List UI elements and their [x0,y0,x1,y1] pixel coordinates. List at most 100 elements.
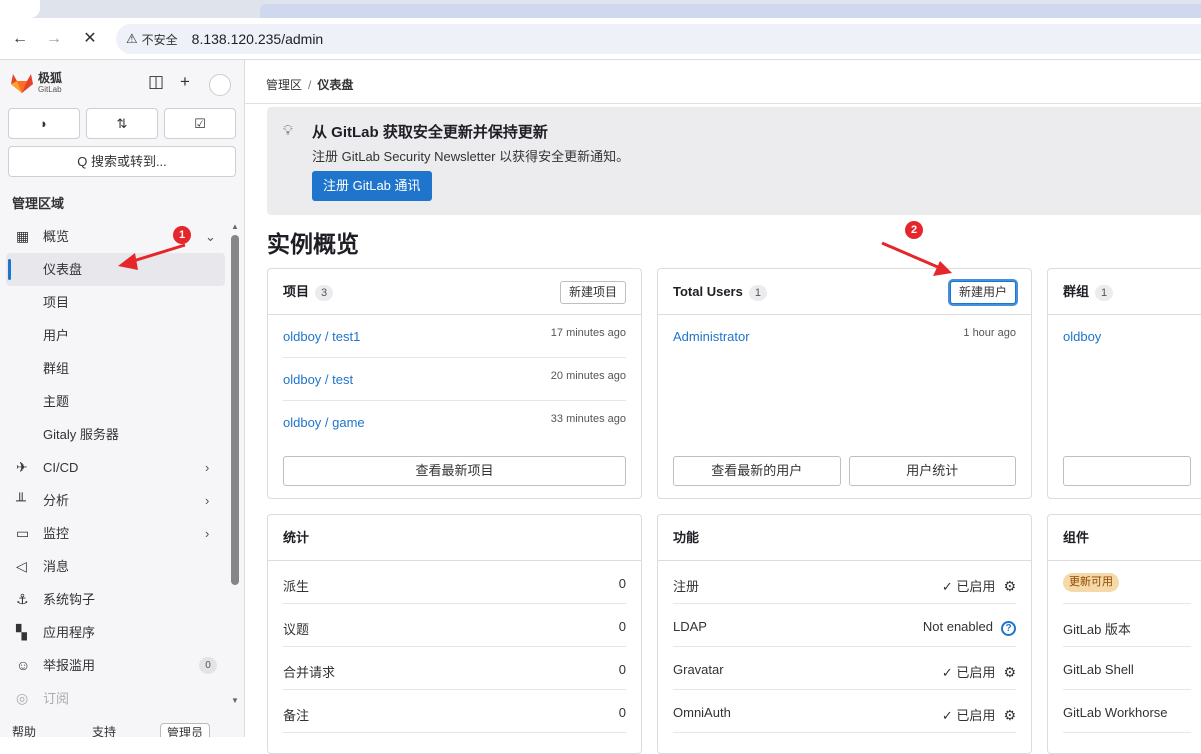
project-link[interactable]: oldboy / test [283,372,353,387]
sidebar-item-topics[interactable]: 主题 [0,385,230,418]
subscription-icon: ◎ [16,690,29,706]
feature-status: Not enabled [922,619,993,634]
issues-icon: ◗ [40,116,48,131]
component-row: GitLab 版本 [1063,604,1191,647]
plus-icon[interactable]: + [180,72,190,92]
sidebar-item-subscription[interactable]: ◎ 订阅 [0,682,230,715]
sidebar-item-label: 仪表盘 [43,262,83,277]
stat-value: 0 [618,576,626,591]
group-link[interactable]: oldboy [1063,329,1101,344]
merge-requests-button[interactable]: ⇅ [86,108,158,139]
sidebar-item-groups[interactable]: 群组 [0,352,230,385]
view-latest-groups-button[interactable] [1063,456,1191,486]
search-button[interactable]: Q 搜索或转到... [8,146,236,177]
admin-button[interactable]: 管理员 [160,723,211,737]
new-user-button[interactable]: 新建用户 [949,281,1016,304]
sidebar-item-monitoring[interactable]: ▭ 监控 › [0,517,230,550]
new-project-button[interactable]: 新建项目 [559,281,626,304]
avatar[interactable] [209,74,231,96]
brand-name: 极狐 [38,71,63,85]
groups-card: 群组 1 oldboy [1047,268,1201,499]
sidebar-item-label: 群组 [43,361,70,376]
sidebar-item-overview[interactable]: ▦ 概览 ⌄ [0,220,230,253]
todos-button[interactable]: ☑ [164,108,236,139]
todo-icon: ☑ [194,116,206,131]
address-bar[interactable]: ⚠ 不安全 8.138.120.235/admin [116,24,1201,54]
banner-description: 注册 GitLab Security Newsletter 以获得安全更新通知。 [312,149,630,164]
gear-icon[interactable]: ⚙ [1003,707,1016,723]
close-icon[interactable]: ✕ [78,27,102,51]
annotation-marker-2: 2 [905,221,923,239]
update-available-badge[interactable]: 更新可用 [1063,573,1119,592]
card-footer: 查看最新的用户 用户统计 [673,456,1016,486]
back-icon[interactable]: ← [8,27,32,51]
view-latest-users-button[interactable]: 查看最新的用户 [673,456,841,486]
count-badge: 0 [199,657,217,674]
tab-strip [0,0,1201,18]
breadcrumb: 管理区 / 仪表盘 [266,76,353,93]
user-statistics-button[interactable]: 用户统计 [848,456,1016,486]
url-text[interactable]: 8.138.120.235/admin [192,31,324,47]
sidebar-item-system-hooks[interactable]: ⚓ 系统钩子 [0,583,230,616]
issues-button[interactable]: ◗ [8,108,80,139]
components-card: 组件 更新可用 GitLab 版本 GitLab Shell GitLab Wo… [1047,514,1201,754]
monitor-icon: ▭ [16,525,30,541]
chevron-right-icon: › [205,493,210,508]
stat-row: 合并请求 0 [283,647,626,690]
sidebar-quick-buttons: ◗ ⇅ ☑ [8,108,236,140]
smiley-icon: ☺ [16,657,31,673]
breadcrumb-current[interactable]: 仪表盘 [317,78,353,92]
scroll-down-icon[interactable]: ▼ [231,696,239,705]
sidebar-item-label: 应用程序 [43,625,96,640]
forward-icon[interactable]: → [42,27,66,51]
project-link[interactable]: oldboy / game [283,415,365,430]
sidebar-item-analytics[interactable]: ╨ 分析 › [0,484,230,517]
projects-card: 项目 3 新建项目 oldboy / test1 17 minutes ago o… [267,268,642,499]
chevron-down-icon: ⌄ [205,229,216,244]
breadcrumb-parent[interactable]: 管理区 [266,78,302,92]
rocket-icon: ✈ [16,459,28,475]
component-label: GitLab 版本 [1063,622,1131,637]
sidebar-item-label: CI/CD [43,460,79,475]
chart-icon: ╨ [16,492,26,508]
sidebar-item-label: 主题 [43,394,70,409]
count-badge: 1 [748,284,767,301]
newsletter-signup-button[interactable]: 注册 GitLab 通讯 [312,171,432,201]
timestamp: 20 minutes ago [550,370,626,382]
sidebar-item-label: 项目 [43,295,70,310]
sidebar-item-messages[interactable]: ◁ 消息 [0,550,230,583]
sidebar-toggle-icon[interactable]: ◫ [148,72,164,92]
warning-icon[interactable]: ⚠ [126,31,138,47]
help-icon[interactable]: ? [1001,621,1016,636]
sidebar-item-applications[interactable]: ▚ 应用程序 [0,616,230,649]
sidebar-item-dashboard[interactable]: 仪表盘 [6,253,225,286]
browser-tab[interactable] [0,0,40,18]
anchor-icon: ⚓ [16,591,29,607]
sidebar-item-abuse-reports[interactable]: ☺ 举报滥用 0 [0,649,230,682]
scroll-up-icon[interactable]: ▲ [231,222,239,231]
stat-value: 0 [618,619,626,634]
page-title: 实例概览 [267,231,359,257]
support-link[interactable]: 支持 [92,723,116,737]
overview-icon: ▦ [16,228,30,244]
gear-icon[interactable]: ⚙ [1003,664,1016,680]
help-link[interactable]: 帮助 [12,723,36,737]
sidebar-scrollbar[interactable] [231,235,239,585]
security-label[interactable]: 不安全 [142,31,178,48]
sidebar-footer: 帮助 支持 管理员 [0,720,244,737]
sidebar-item-projects[interactable]: 项目 [0,286,230,319]
gitlab-logo-icon[interactable] [10,72,34,94]
user-link[interactable]: Administrator [673,329,750,344]
gear-icon[interactable]: ⚙ [1003,578,1016,594]
sidebar-item-users[interactable]: 用户 [0,319,230,352]
header-divider [245,103,1201,104]
component-row: GitLab Shell [1063,647,1191,690]
sidebar-item-gitaly[interactable]: Gitaly 服务器 [0,418,230,451]
feature-status: ✓ 已启用 [941,579,996,594]
timestamp: 1 hour ago [963,327,1016,339]
project-link[interactable]: oldboy / test1 [283,329,360,344]
view-latest-projects-button[interactable]: 查看最新项目 [283,456,626,486]
feature-label: OmniAuth [673,705,731,720]
apps-icon: ▚ [16,624,27,640]
sidebar-item-cicd[interactable]: ✈ CI/CD › [0,451,230,484]
